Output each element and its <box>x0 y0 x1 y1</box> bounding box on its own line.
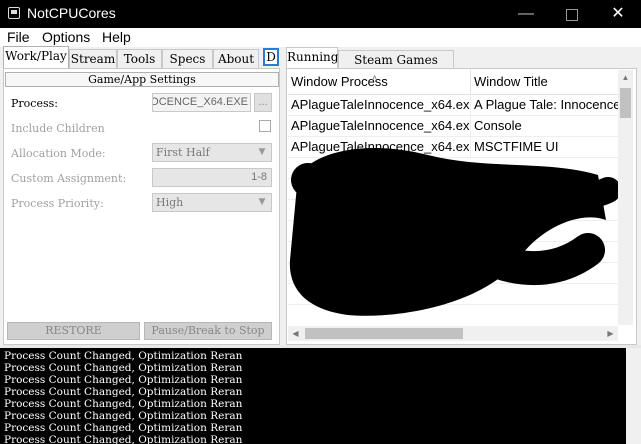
restore-button[interactable]: RESTORE <box>7 322 140 340</box>
chevron-down-icon: ▼ <box>258 147 266 157</box>
console-line: Process Count Changed, Optimization Rera… <box>4 362 243 374</box>
redaction-scribble <box>289 147 618 316</box>
menu-bar: File Options Help <box>0 28 641 47</box>
custom-assignment-input[interactable]: 1-8 <box>152 168 272 187</box>
console-line: Process Count Changed, Optimization Rera… <box>4 350 243 362</box>
title-bar: NotCPUCores — ✕ <box>0 0 641 28</box>
app-icon <box>8 7 20 19</box>
process-field[interactable]: INNOCENCE_X64.EXE <box>152 93 251 112</box>
console-line: Process Count Changed, Optimization Rera… <box>4 434 243 444</box>
tab-running[interactable]: Running <box>286 47 338 69</box>
scroll-right-icon[interactable]: ▶ <box>603 326 618 341</box>
vertical-scrollbar[interactable]: ▲ <box>618 70 633 325</box>
console-line: Process Count Changed, Optimization Rera… <box>4 374 243 386</box>
close-button[interactable]: ✕ <box>595 0 641 28</box>
allocation-mode-select[interactable]: First Half ▼ <box>152 143 272 162</box>
maximize-icon <box>566 9 578 21</box>
tab-tools[interactable]: Tools <box>117 49 162 68</box>
allocation-mode-label: Allocation Mode: <box>11 147 106 160</box>
process-label: Process: <box>11 97 58 110</box>
console-line: Process Count Changed, Optimization Rera… <box>4 398 243 410</box>
menu-help[interactable]: Help <box>102 28 131 47</box>
process-table: ˄ Window Process Window Title APlagueTal… <box>288 70 618 325</box>
minimize-button[interactable]: — <box>503 0 549 28</box>
menu-options[interactable]: Options <box>42 28 90 47</box>
custom-assignment-label: Custom Assignment: <box>11 172 127 185</box>
maximize-button[interactable] <box>549 0 595 28</box>
console-line: Process Count Changed, Optimization Rera… <box>4 422 243 434</box>
process-value: INNOCENCE_X64.EXE <box>153 96 248 108</box>
process-priority-select[interactable]: High ▼ <box>152 193 272 212</box>
console-line: Process Count Changed, Optimization Rera… <box>4 410 243 422</box>
tab-work-play[interactable]: Work/Play <box>3 46 69 69</box>
scroll-thumb[interactable] <box>620 88 631 118</box>
include-children-checkbox[interactable] <box>259 120 271 132</box>
scroll-left-icon[interactable]: ◀ <box>288 326 303 341</box>
allocation-mode-value: First Half <box>156 146 210 159</box>
process-browse-button[interactable]: ... <box>254 93 272 112</box>
console-scrollbar[interactable] <box>626 348 641 444</box>
console-output: Process Count Changed, Optimization Rera… <box>0 348 626 444</box>
tab-d[interactable]: D <box>263 48 279 66</box>
scroll-up-icon[interactable]: ▲ <box>618 70 633 85</box>
tab-steam-games[interactable]: Steam Games (BETA) <box>338 50 454 85</box>
horizontal-scrollbar[interactable]: ◀ ▶ <box>288 326 618 341</box>
section-title: Game/App Settings <box>5 72 279 87</box>
tab-about[interactable]: About <box>213 49 259 68</box>
console-line: Process Count Changed, Optimization Rera… <box>4 386 243 398</box>
chevron-down-icon: ▼ <box>258 197 266 207</box>
process-priority-value: High <box>156 196 184 209</box>
pause-button[interactable]: Pause/Break to Stop <box>144 322 272 340</box>
tab-specs[interactable]: Specs <box>162 49 213 68</box>
scroll-thumb[interactable] <box>305 328 463 339</box>
window-title: NotCPUCores <box>27 5 116 21</box>
menu-file[interactable]: File <box>7 28 30 47</box>
include-children-label: Include Children <box>11 122 105 135</box>
tab-stream[interactable]: Stream <box>69 49 117 68</box>
custom-assignment-value: 1-8 <box>251 171 267 183</box>
process-priority-label: Process Priority: <box>11 197 104 210</box>
